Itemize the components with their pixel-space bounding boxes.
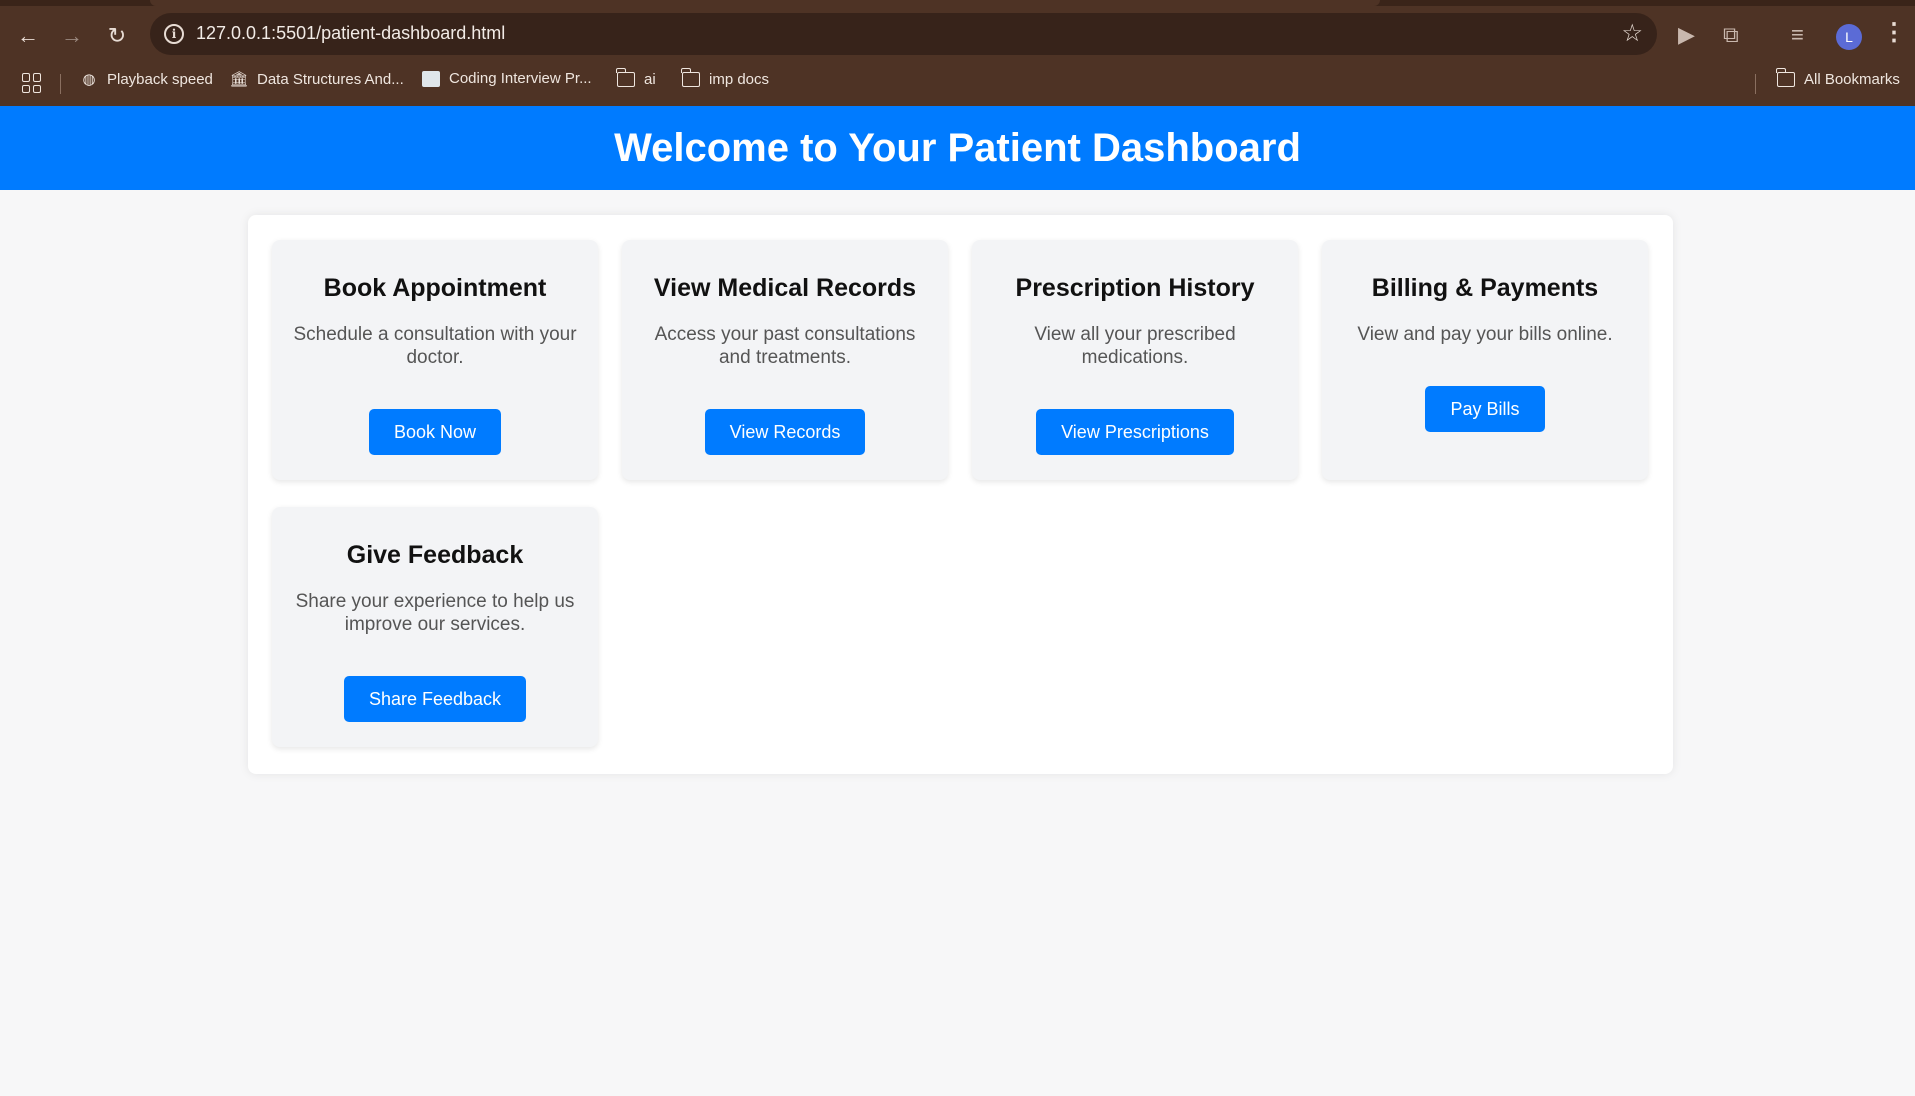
avatar-letter: L	[1845, 29, 1853, 45]
all-bookmarks-folder[interactable]: All Bookmarks	[1776, 67, 1900, 88]
page-title: Welcome to Your Patient Dashboard	[614, 125, 1301, 170]
folder-icon	[1776, 67, 1795, 88]
card-description: Share your experience to help us improve…	[295, 591, 575, 635]
bookmarks-divider	[60, 74, 61, 94]
card-title: View Medical Records	[653, 274, 917, 302]
navigation-bar: ← → ↻ i 127.0.0.1:5501/patient-dashboard…	[0, 8, 1915, 62]
card-billing-payments: Billing & Payments View and pay your bil…	[1322, 240, 1648, 480]
site-info-icon[interactable]: i	[164, 24, 184, 44]
bookmarks-divider	[1755, 74, 1756, 94]
page-header: Welcome to Your Patient Dashboard	[0, 106, 1915, 190]
cast-play-icon[interactable]: ▶	[1678, 22, 1695, 48]
bookmark-label: Playback speed	[107, 70, 213, 88]
card-title: Book Appointment	[323, 274, 547, 302]
card-description: View and pay your bills online.	[1357, 324, 1613, 345]
site-favicon	[422, 70, 440, 87]
share-feedback-button[interactable]: Share Feedback	[343, 676, 527, 722]
extensions-puzzle-icon[interactable]: ⧉	[1723, 22, 1739, 48]
url-text[interactable]: 127.0.0.1:5501/patient-dashboard.html	[196, 23, 505, 44]
card-book-appointment: Book Appointment Schedule a consultation…	[272, 240, 598, 480]
all-bookmarks-label: All Bookmarks	[1804, 70, 1900, 88]
card-title: Give Feedback	[346, 541, 524, 569]
book-now-button[interactable]: Book Now	[368, 409, 502, 455]
bookmark-playback-speed[interactable]: ◍ Playback speed	[80, 70, 213, 89]
card-description: Access your past consultations and treat…	[654, 324, 916, 368]
profile-avatar[interactable]: L	[1836, 24, 1862, 50]
bookmark-label: Data Structures And...	[257, 70, 404, 88]
folder-icon	[681, 67, 700, 88]
card-title: Billing & Payments	[1371, 274, 1599, 302]
card-give-feedback: Give Feedback Share your experience to h…	[272, 507, 598, 747]
reload-icon[interactable]: ↻	[101, 20, 133, 52]
browser-chrome: ← → ↻ i 127.0.0.1:5501/patient-dashboard…	[0, 0, 1915, 106]
card-title: Prescription History	[1015, 274, 1255, 302]
card-description: View all your prescribed medications.	[1034, 324, 1236, 368]
card-view-medical-records: View Medical Records Access your past co…	[622, 240, 948, 480]
dashboard-container: Book Appointment Schedule a consultation…	[248, 215, 1673, 774]
bookmark-star-icon[interactable]: ☆	[1621, 19, 1643, 48]
bookmark-coding-interview[interactable]: Coding Interview Pr...	[422, 70, 592, 87]
globe-icon: ◍	[82, 71, 96, 88]
column-building-icon: 🏛	[229, 71, 249, 88]
bookmark-label: ai	[644, 70, 656, 88]
card-description: Schedule a consultation with your doctor…	[293, 324, 577, 368]
view-prescriptions-button[interactable]: View Prescriptions	[1036, 409, 1234, 455]
bookmark-data-structures[interactable]: 🏛 Data Structures And...	[229, 70, 404, 89]
view-records-button[interactable]: View Records	[704, 409, 866, 455]
bookmark-label: imp docs	[709, 70, 770, 88]
folder-icon	[616, 67, 635, 88]
media-controls-icon[interactable]: ≡	[1791, 22, 1804, 48]
bookmark-folder-ai[interactable]: ai	[616, 67, 656, 88]
active-tab[interactable]	[150, 0, 1380, 6]
forward-arrow-icon[interactable]: →	[56, 20, 88, 52]
back-arrow-icon[interactable]: ←	[12, 20, 44, 52]
pay-bills-button[interactable]: Pay Bills	[1425, 386, 1545, 432]
card-prescription-history: Prescription History View all your presc…	[972, 240, 1298, 480]
bookmark-label: Coding Interview Pr...	[449, 70, 592, 87]
bookmark-folder-imp-docs[interactable]: imp docs	[681, 67, 770, 88]
address-bar[interactable]: i 127.0.0.1:5501/patient-dashboard.html …	[150, 13, 1657, 55]
apps-grid-icon[interactable]	[22, 73, 42, 93]
browser-menu-icon[interactable]: ⋮	[1882, 18, 1906, 47]
bookmarks-bar: ◍ Playback speed 🏛 Data Structures And..…	[0, 66, 1915, 96]
